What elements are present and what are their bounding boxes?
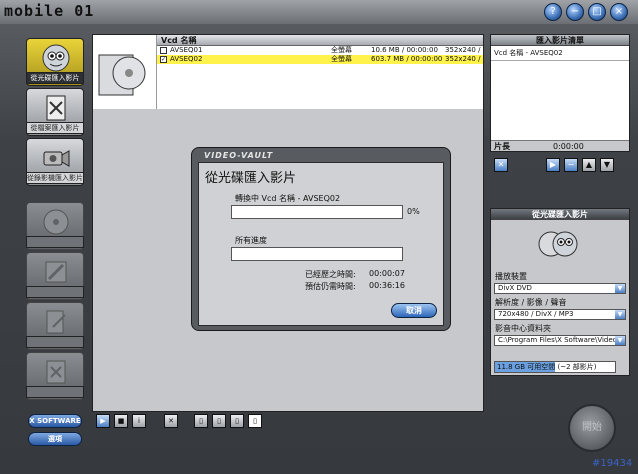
length-label: 片長	[494, 142, 510, 151]
row-size: 10.6 MB / 00:00:00	[371, 46, 438, 54]
row-res: 352x240 /	[445, 55, 481, 63]
vcd-icon-area	[93, 35, 157, 109]
capacity-text: 11.8 GB 可用空間 (~2 部影片)	[497, 363, 597, 371]
x-software-button[interactable]: X SOFTWARE	[28, 414, 82, 428]
sidebar: 從光碟匯入影片 從檔案匯入影片 從錄影機匯入影片 X SOFTWARE 選項	[0, 26, 90, 474]
overall-progress-label: 所有進度	[235, 236, 267, 245]
delete-icon[interactable]: ✕	[164, 414, 178, 428]
dialog-body: 從光碟匯入影片 轉換中 Vcd 名稱 - AVSEQ02 0% 所有進度 已經歷…	[198, 162, 444, 326]
remaining-label: 預估仍需時間:	[305, 282, 356, 291]
layout-icon-1[interactable]: ▯	[194, 414, 208, 428]
stop-icon[interactable]: ■	[114, 414, 128, 428]
row-checkbox[interactable]	[160, 47, 167, 54]
move-down-icon[interactable]: ▼	[600, 158, 614, 172]
maximize-button[interactable]: □	[588, 3, 606, 21]
elapsed-value: 00:00:07	[369, 269, 405, 278]
main-panel: Vcd 名稱 AVSEQ01 全螢幕 10.6 MB / 00:00:00 35…	[92, 34, 484, 412]
delete-icon	[46, 360, 66, 384]
sidebar-item-label: 從錄影機匯入影片	[26, 172, 84, 184]
remaining-value: 00:36:16	[369, 281, 405, 290]
format-label: 解析度 / 影像 / 聲音	[495, 298, 567, 307]
minus-icon[interactable]: −	[564, 158, 578, 172]
row-name: AVSEQ02	[170, 55, 203, 63]
document-edit-icon	[46, 310, 66, 334]
import-list-panel: 匯入影片清單 Vcd 名稱 - AVSEQ02 片長 0:00:00	[490, 34, 630, 152]
sidebar-item-label	[26, 236, 84, 248]
import-list-controls: ✕ ▶ − ▲ ▼	[490, 156, 630, 174]
file-table: Vcd 名稱 AVSEQ01 全螢幕 10.6 MB / 00:00:00 35…	[157, 35, 483, 109]
row-size: 603.7 MB / 00:00:00	[371, 55, 443, 63]
app-logo: mobile 01	[4, 2, 95, 20]
sidebar-item-label: 從光碟匯入影片	[26, 72, 84, 84]
length-value: 0:00:00	[553, 142, 584, 151]
cancel-button[interactable]: 取消	[391, 303, 437, 318]
row-checkbox-checked[interactable]: ✓	[160, 56, 167, 63]
settings-panel: 從光碟匯入影片 播放裝置 DivX DVD ▼ 解析度 / 影像 / 聲音 72…	[490, 208, 630, 376]
device-select[interactable]: DivX DVD ▼	[494, 283, 626, 294]
elapsed-label: 已經歷之時間:	[305, 270, 356, 279]
dialog-title: 從光碟匯入影片	[205, 171, 297, 186]
info-icon[interactable]: i	[132, 414, 146, 428]
play-icon[interactable]: ▶	[96, 414, 110, 428]
play-icon[interactable]: ▶	[546, 158, 560, 172]
library-value: C:\Program Files\X Software\Video	[498, 336, 617, 344]
layout-icon-2[interactable]: ▯	[212, 414, 226, 428]
file-table-header: Vcd 名稱	[157, 35, 483, 46]
chevron-down-icon[interactable]: ▼	[615, 310, 625, 319]
row-screen: 全螢幕	[331, 46, 352, 54]
settings-title: 從光碟匯入影片	[491, 209, 629, 220]
chevron-down-icon[interactable]: ▼	[615, 336, 625, 345]
close-button[interactable]: ×	[610, 3, 628, 21]
import-list-title: 匯入影片清單	[491, 35, 629, 46]
converting-progress-bar	[231, 205, 403, 219]
file-import-icon	[46, 95, 66, 121]
library-select[interactable]: C:\Program Files\X Software\Video ▼	[494, 335, 626, 346]
overall-progress-bar	[231, 247, 403, 261]
sidebar-item-label	[26, 336, 84, 348]
import-list-footer: 片長 0:00:00	[491, 140, 629, 151]
progress-dialog: VIDEO-VAULT 從光碟匯入影片 轉換中 Vcd 名稱 - AVSEQ02…	[191, 147, 451, 331]
edit-icon	[45, 261, 67, 283]
move-up-icon[interactable]: ▲	[582, 158, 596, 172]
chevron-down-icon[interactable]: ▼	[615, 284, 625, 293]
device-value: DivX DVD	[498, 284, 532, 292]
format-select[interactable]: 720x480 / DivX / MP3 ▼	[494, 309, 626, 320]
options-button[interactable]: 選項	[28, 432, 82, 446]
sidebar-item-label	[26, 386, 84, 398]
remove-icon[interactable]: ✕	[494, 158, 508, 172]
title-bar: mobile 01 ? − □ ×	[0, 0, 638, 24]
sidebar-item-label	[26, 286, 84, 298]
import-list-item[interactable]: Vcd 名稱 - AVSEQ02	[491, 46, 629, 61]
disc-mascot-icon	[42, 44, 70, 72]
sidebar-item-label: 從檔案匯入影片	[26, 122, 84, 134]
disc-mascot-icon	[538, 231, 578, 257]
table-row[interactable]: AVSEQ01 全螢幕 10.6 MB / 00:00:00 352x240 /	[157, 46, 483, 55]
start-button[interactable]: 開始	[568, 404, 616, 452]
camcorder-icon	[43, 150, 70, 167]
row-name: AVSEQ01	[170, 46, 203, 54]
bottom-toolbar: ▶ ■ i ✕ ▯ ▯ ▯ ▯	[92, 412, 484, 430]
app-window: mobile 01 ? − □ × 從光碟匯入影片 從檔案匯入影片 從錄影機匯入…	[0, 0, 638, 474]
layout-icon-4[interactable]: ▯	[248, 414, 262, 428]
converting-label: 轉換中 Vcd 名稱 - AVSEQ02	[235, 194, 341, 203]
watermark: #19434	[592, 458, 633, 469]
capacity-bar: 11.8 GB 可用空間 (~2 部影片)	[494, 361, 616, 373]
converting-percent: 0%	[407, 207, 420, 216]
dialog-brand: VIDEO-VAULT	[204, 151, 274, 160]
minimize-button[interactable]: −	[566, 3, 584, 21]
row-res: 352x240 /	[445, 46, 481, 54]
disc-burn-icon	[43, 209, 69, 235]
table-row-selected[interactable]: ✓ AVSEQ02 全螢幕 603.7 MB / 00:00:00 352x24…	[157, 55, 483, 64]
layout-icon-3[interactable]: ▯	[230, 414, 244, 428]
format-value: 720x480 / DivX / MP3	[498, 310, 574, 318]
dvd-case-icon	[98, 54, 146, 96]
row-screen: 全螢幕	[331, 55, 352, 63]
library-label: 影音中心資料夾	[495, 324, 551, 333]
device-label: 播放裝置	[495, 272, 527, 281]
help-button[interactable]: ?	[544, 3, 562, 21]
